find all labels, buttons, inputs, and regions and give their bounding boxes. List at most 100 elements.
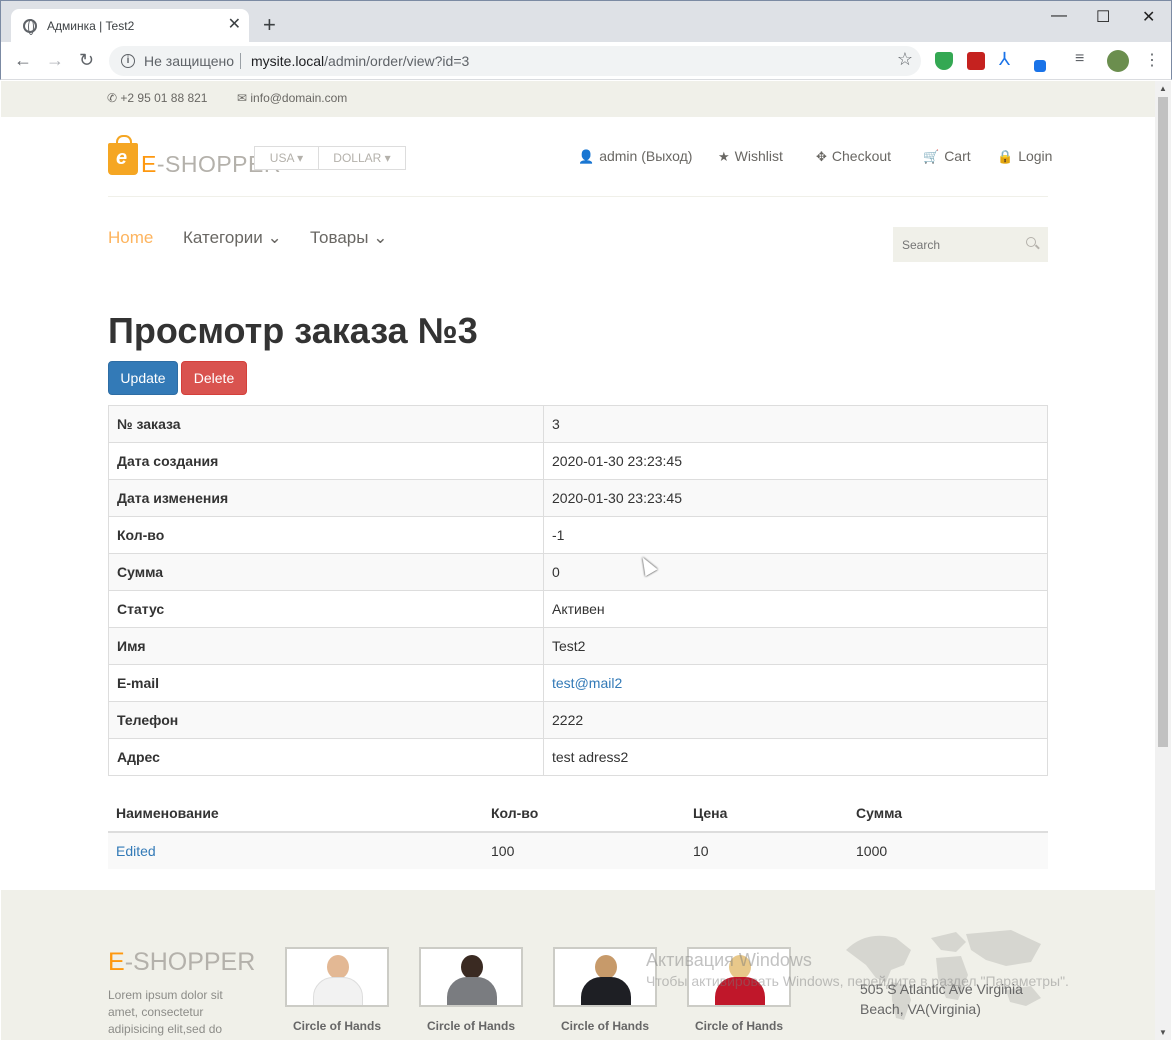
- cart-link[interactable]: 🛒 Cart: [923, 148, 971, 165]
- login-link-label: Login: [1018, 148, 1053, 164]
- cart-link-label: Cart: [944, 148, 971, 164]
- nav-categories-label: Категории: [183, 228, 263, 247]
- scroll-up-arrow-icon[interactable]: ▲: [1159, 84, 1167, 93]
- footer-logo[interactable]: E-SHOPPER: [108, 948, 255, 977]
- nav-home[interactable]: Home: [108, 228, 153, 248]
- avatar[interactable]: [1107, 50, 1129, 72]
- video-thumbnail[interactable]: [285, 947, 389, 1007]
- phone-text: +2 95 01 88 821: [120, 91, 208, 105]
- nav-categories[interactable]: Категории ⌄: [183, 228, 282, 248]
- table-row: Телефон 2222: [108, 701, 1048, 739]
- more-menu-icon[interactable]: ⋮: [1144, 50, 1162, 69]
- contact-bar: ✆ +2 95 01 88 821 ✉ info@domain.com: [1, 81, 1155, 117]
- login-link[interactable]: 🔒 Login: [997, 148, 1052, 165]
- detail-label: Телефон: [108, 701, 544, 739]
- video-caption: Circle of Hands: [694, 1019, 784, 1033]
- media-control-icon[interactable]: ≡: [1075, 50, 1093, 68]
- detail-value: 3: [543, 405, 1048, 443]
- item-qty-cell: 100: [483, 832, 685, 869]
- wishlist-link-label: Wishlist: [734, 148, 783, 164]
- detail-value: Test2: [543, 627, 1048, 665]
- account-link[interactable]: 👤 admin (Выход): [578, 148, 692, 165]
- cart-icon: 🛒: [923, 149, 940, 164]
- crosshair-icon: ✥: [816, 149, 827, 164]
- table-row: Дата изменения 2020-01-30 23:23:45: [108, 479, 1048, 517]
- back-button[interactable]: ←: [14, 50, 32, 70]
- delete-button[interactable]: Delete: [181, 361, 247, 395]
- logo-text-e: E: [141, 151, 157, 177]
- shield-extension-icon[interactable]: [935, 52, 953, 70]
- video-caption: Circle of Hands: [292, 1019, 382, 1033]
- page-title: Просмотр заказа №3: [108, 310, 478, 351]
- detail-label: Дата изменения: [108, 479, 544, 517]
- close-window-button[interactable]: ✕: [1142, 7, 1155, 27]
- item-sum-cell: 1000: [848, 832, 1048, 869]
- close-tab-icon[interactable]: ✕: [228, 16, 241, 34]
- person-image: [327, 955, 349, 979]
- detail-value: 2020-01-30 23:23:45: [543, 442, 1048, 480]
- wishlist-link[interactable]: ★ Wishlist: [718, 148, 783, 165]
- address-bar[interactable]: i Не защищено mysite.local/admin/order/v…: [109, 46, 921, 76]
- url-host: mysite.local: [251, 53, 325, 69]
- page-viewport: ✆ +2 95 01 88 821 ✉ info@domain.com e E-…: [1, 81, 1155, 1040]
- browser-toolbar: ← → ↻ i Не защищено mysite.local/admin/o…: [0, 42, 1172, 80]
- scroll-down-arrow-icon[interactable]: ▼: [1159, 1028, 1167, 1037]
- table-row: Кол-во -1: [108, 516, 1048, 554]
- country-dropdown[interactable]: USA ▾: [254, 146, 319, 170]
- acrobat-extension-icon[interactable]: ⅄: [999, 50, 1017, 68]
- maximize-button[interactable]: ☐: [1096, 7, 1110, 27]
- column-header: Наименование: [108, 794, 483, 833]
- url-text[interactable]: mysite.local/admin/order/view?id=3: [251, 53, 469, 69]
- detail-value: test@mail2: [543, 664, 1048, 702]
- footer-logo-rest: -SHOPPER: [124, 948, 256, 976]
- email-contact[interactable]: ✉ info@domain.com: [237, 91, 347, 105]
- footer: E-SHOPPER Lorem ipsum dolor sit amet, co…: [1, 890, 1155, 1040]
- page-scrollbar[interactable]: ▲ ▼: [1155, 81, 1171, 1040]
- detail-value: 2222: [543, 701, 1048, 739]
- address-line: Beach, VA(Virginia): [860, 1001, 981, 1017]
- search-icon[interactable]: [1026, 237, 1036, 247]
- info-icon[interactable]: i: [121, 54, 135, 68]
- detail-label: Адрес: [108, 738, 544, 776]
- detail-value: -1: [543, 516, 1048, 554]
- email-link[interactable]: test@mail2: [552, 675, 622, 691]
- globe-icon: [23, 19, 37, 35]
- table-row: Адрес test adress2: [108, 738, 1048, 776]
- table-row: Статус Активен: [108, 590, 1048, 628]
- item-name-link[interactable]: Edited: [116, 843, 156, 859]
- video-caption: Circle of Hands: [426, 1019, 516, 1033]
- reload-button[interactable]: ↻: [79, 50, 94, 70]
- update-button[interactable]: Update: [108, 361, 178, 395]
- phone-icon: ✆: [107, 91, 121, 105]
- bookmark-star-icon[interactable]: ☆: [897, 49, 913, 70]
- person-image: [461, 955, 483, 979]
- detail-label: E-mail: [108, 664, 544, 702]
- user-icon: 👤: [578, 149, 595, 164]
- browser-tab[interactable]: Админка | Test2 ✕: [11, 9, 249, 43]
- minimize-button[interactable]: —: [1051, 7, 1067, 25]
- country-dropdown-label: USA: [269, 151, 294, 165]
- order-items-table: Наименование Кол-во Цена Сумма Edited 10…: [108, 794, 1048, 869]
- windows-activation-text: Чтобы активировать Windows, перейдите в …: [646, 973, 1069, 989]
- search-box: [893, 227, 1048, 262]
- currency-dropdown[interactable]: DOLLAR ▾: [318, 146, 406, 170]
- table-row: Сумма 0: [108, 553, 1048, 591]
- nav-products[interactable]: Товары ⌄: [310, 228, 387, 248]
- checkout-link-label: Checkout: [831, 148, 892, 164]
- shopping-bag-icon: e: [108, 135, 138, 175]
- colorpicker-extension-icon[interactable]: [1034, 60, 1046, 72]
- nav-products-label: Товары: [310, 228, 369, 247]
- new-tab-button[interactable]: +: [263, 14, 276, 36]
- detail-value: test adress2: [543, 738, 1048, 776]
- currency-dropdown-label: DOLLAR: [333, 151, 382, 165]
- detail-value: 2020-01-30 23:23:45: [543, 479, 1048, 517]
- video-thumbnail[interactable]: [553, 947, 657, 1007]
- checkout-link[interactable]: ✥ Checkout: [816, 148, 891, 165]
- url-path: /admin/order/view?id=3: [324, 53, 470, 69]
- forward-button[interactable]: →: [46, 50, 64, 70]
- video-thumbnail[interactable]: [419, 947, 523, 1007]
- video-extension-icon[interactable]: [967, 52, 985, 70]
- scrollbar-thumb[interactable]: [1158, 97, 1168, 747]
- footer-description: Lorem ipsum dolor sit amet, consectetur …: [108, 988, 223, 1036]
- search-input[interactable]: [893, 227, 1018, 262]
